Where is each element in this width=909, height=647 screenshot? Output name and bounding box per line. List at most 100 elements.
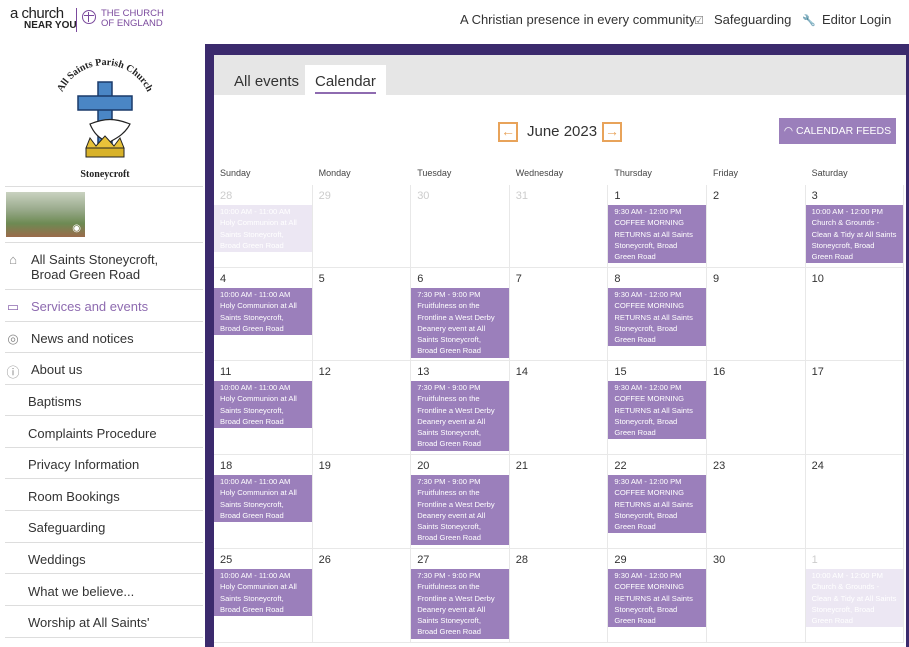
nav-label: Baptisms [28, 394, 82, 409]
logo-line1: a church [10, 5, 64, 22]
calendar-day-cell: 22 9:30 AM - 12:00 PM COFFEE MORNING RETU… [608, 455, 707, 549]
nav-label: What we believe... [28, 584, 135, 599]
day-number: 4 [220, 273, 227, 285]
calendar-event[interactable]: 10:00 AM - 11:00 AM Holy Communion at Al… [214, 381, 312, 429]
calendar-event[interactable]: 10:00 AM - 11:00 AM Holy Communion at Al… [214, 205, 312, 253]
calendar-day-cell: 3 10:00 AM - 12:00 PM Church & Grounds - … [805, 185, 905, 268]
location-link[interactable]: ⌂ All Saints Stoneycroft, Broad Green Ro… [5, 252, 203, 282]
calendar-event[interactable]: 9:30 AM - 12:00 PM COFFEE MORNING RETURN… [608, 205, 706, 264]
day-number: 24 [811, 460, 824, 472]
feed-icon: ◠ [783, 125, 796, 137]
calendar-day-cell: 17 [805, 361, 905, 455]
month-label: June 2023 [527, 123, 598, 140]
day-number: 5 [318, 273, 325, 285]
logo-line2: NEAR YOU [24, 20, 77, 31]
day-number: 2 [713, 190, 720, 202]
day-of-week-label: Friday [713, 168, 739, 178]
calendar-day-cell: 26 [312, 549, 412, 643]
calendar-day-cell: 15 9:30 AM - 12:00 PM COFFEE MORNING RETU… [608, 361, 707, 455]
calendar-event[interactable]: 7:30 PM - 9:00 PM Fruitfulness on the Fr… [411, 569, 509, 639]
crest-bottom-text: Stoneycroft [80, 169, 130, 180]
calendar-day-cell: 14 [509, 361, 609, 455]
calendar-event[interactable]: 10:00 AM - 11:00 AM Holy Communion at Al… [214, 569, 312, 617]
day-number: 28 [220, 190, 233, 202]
safeguarding-link-label: Safeguarding [714, 12, 792, 27]
day-number: 17 [811, 366, 824, 378]
calendar-event[interactable]: 7:30 PM - 9:00 PM Fruitfulness on the Fr… [411, 475, 509, 545]
calendar-day-cell: 24 [805, 455, 905, 549]
church-photo[interactable]: ◉ [6, 192, 85, 237]
calendar-day-cell: 30 [707, 549, 806, 643]
nav-complaints-procedure[interactable]: Complaints Procedure [5, 426, 203, 442]
day-number: 31 [515, 190, 529, 202]
day-number: 13 [417, 366, 430, 378]
day-number: 7 [515, 273, 522, 285]
coe-line2: OF ENGLAND [101, 18, 163, 29]
eye-icon: ◉ [72, 223, 81, 234]
divider [5, 510, 203, 511]
nav-label: Privacy Information [28, 457, 140, 472]
calendar-icon: ▭ [6, 299, 20, 314]
calendar-feeds-button[interactable]: ◠ CALENDAR FEEDS [779, 118, 896, 144]
nav-label: Worship at All Saints' [28, 615, 150, 630]
nav-about-us[interactable]: ⓘ About us [5, 362, 203, 380]
day-number: 25 [220, 554, 233, 566]
calendar-day-cell: 27 7:30 PM - 9:00 PM Fruitfulness on the … [411, 549, 510, 643]
nav-services-and-events[interactable]: ▭ Services and events [5, 299, 203, 315]
day-number: 19 [318, 460, 331, 472]
divider [5, 289, 203, 290]
church-crest-logo[interactable]: All Saints Parish Church Stoneycroft [50, 52, 160, 212]
calendar-grid: 28 10:00 AM - 11:00 AM Holy Communion at … [214, 185, 906, 647]
calendar-event[interactable]: 9:30 AM - 12:00 PM COFFEE MORNING RETURN… [608, 381, 706, 440]
day-number: 1 [614, 190, 621, 202]
day-number: 6 [417, 273, 424, 285]
tab-calendar[interactable]: Calendar [305, 65, 386, 95]
calendar-event[interactable]: 9:30 AM - 12:00 PM COFFEE MORNING RETURN… [608, 288, 706, 347]
a-church-near-you-logo[interactable]: a church NEAR YOU [10, 5, 77, 32]
calendar-day-cell: 6 7:30 PM - 9:00 PM Fruitfulness on the F… [411, 268, 510, 361]
nav-safeguarding[interactable]: Safeguarding [5, 520, 203, 536]
nav-privacy-information[interactable]: Privacy Information [5, 457, 203, 473]
calendar-event[interactable]: 10:00 AM - 12:00 PM Church & Grounds - C… [805, 569, 904, 628]
editor-login-link[interactable]: 🔧 Editor Login [802, 12, 891, 27]
calendar-event[interactable]: 7:30 PM - 9:00 PM Fruitfulness on the Fr… [411, 288, 509, 358]
logo-divider [76, 8, 77, 32]
coe-cross-icon [82, 10, 96, 24]
divider [5, 447, 203, 448]
calendar-day-cell: 16 [707, 361, 806, 455]
nav-baptisms[interactable]: Baptisms [5, 394, 203, 410]
calendar-event[interactable]: 10:00 AM - 12:00 PM Church & Grounds - C… [805, 205, 904, 264]
next-month-button[interactable]: → [602, 122, 622, 142]
nav-worship-at-all-saints[interactable]: Worship at All Saints' [5, 615, 203, 631]
day-number: 12 [318, 366, 331, 378]
prev-month-button[interactable]: ← [498, 122, 518, 142]
day-number: 11 [220, 366, 232, 378]
home-icon: ⌂ [9, 252, 17, 267]
calendar-day-cell: 1 10:00 AM - 12:00 PM Church & Grounds - … [805, 549, 905, 643]
nav-label: Services and events [31, 299, 149, 314]
calendar-day-cell: 19 [312, 455, 412, 549]
wrench-icon: 🔧 [802, 15, 816, 27]
day-number: 10 [811, 273, 824, 285]
day-number: 28 [515, 554, 529, 566]
day-number: 21 [515, 460, 529, 472]
day-number: 14 [515, 366, 529, 378]
calendar-day-cell: 21 [509, 455, 609, 549]
calendar-event[interactable]: 10:00 AM - 11:00 AM Holy Communion at Al… [214, 288, 312, 336]
calendar-event[interactable]: 10:00 AM - 11:00 AM Holy Communion at Al… [214, 475, 312, 523]
nav-what-we-believe[interactable]: What we believe... [5, 584, 203, 600]
nav-weddings[interactable]: Weddings [5, 552, 203, 568]
calendar-day-cell: 25 10:00 AM - 11:00 AM Holy Communion at … [214, 549, 313, 643]
safeguarding-link[interactable]: ☑ Safeguarding [694, 12, 791, 27]
calendar-day-cell: 5 [312, 268, 412, 361]
calendar-day-cell: 9 [707, 268, 806, 361]
calendar-day-cell: 20 7:30 PM - 9:00 PM Fruitfulness on the … [411, 455, 510, 549]
nav-news-and-notices[interactable]: ◎ News and notices [5, 331, 203, 347]
calendar-event[interactable]: 9:30 AM - 12:00 PM COFFEE MORNING RETURN… [608, 569, 706, 628]
tab-all-events[interactable]: All events [224, 65, 309, 95]
church-of-england-logo[interactable]: THE CHURCH OF ENGLAND [82, 9, 164, 31]
calendar-event[interactable]: 9:30 AM - 12:00 PM COFFEE MORNING RETURN… [608, 475, 706, 534]
nav-room-bookings[interactable]: Room Bookings [5, 489, 203, 505]
divider [5, 384, 203, 385]
calendar-event[interactable]: 7:30 PM - 9:00 PM Fruitfulness on the Fr… [411, 381, 509, 451]
